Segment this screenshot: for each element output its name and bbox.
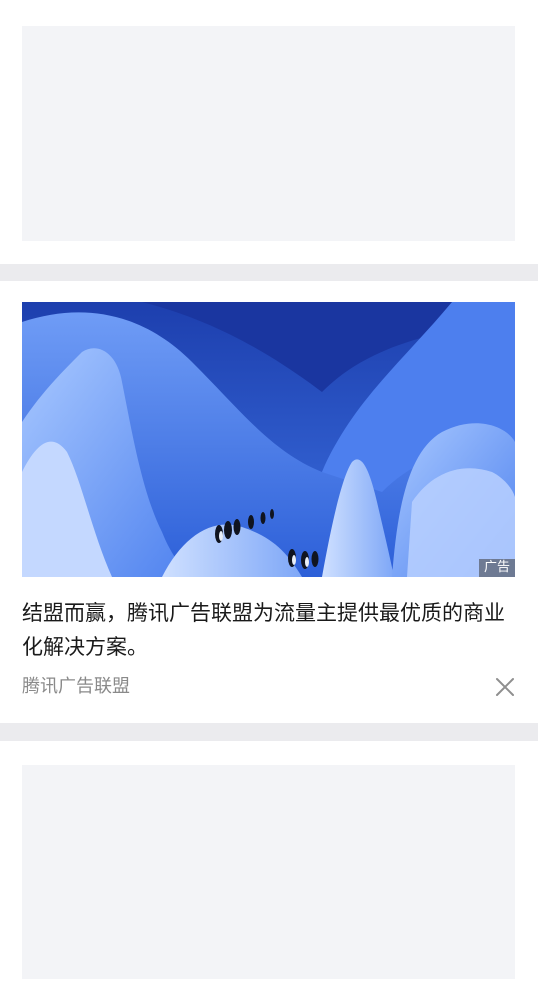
feed-card-top (0, 0, 538, 264)
ice-cave-illustration (22, 302, 515, 577)
close-button[interactable] (490, 672, 520, 702)
ad-headline[interactable]: 结盟而赢，腾讯广告联盟为流量主提供最优质的商业化解决方案。 (22, 596, 518, 664)
ad-source[interactable]: 腾讯广告联盟 (22, 673, 130, 701)
feed: 广告 结盟而赢，腾讯广告联盟为流量主提供最优质的商业化解决方案。 腾讯广告联盟 (0, 0, 538, 1002)
feed-card-bottom (0, 741, 538, 1002)
content-placeholder (22, 765, 515, 979)
feed-divider (0, 723, 538, 741)
ad-badge: 广告 (478, 559, 515, 577)
content-placeholder (22, 26, 515, 241)
feed-divider (0, 264, 538, 281)
ad-image[interactable]: 广告 (22, 302, 515, 577)
close-icon (496, 678, 514, 696)
